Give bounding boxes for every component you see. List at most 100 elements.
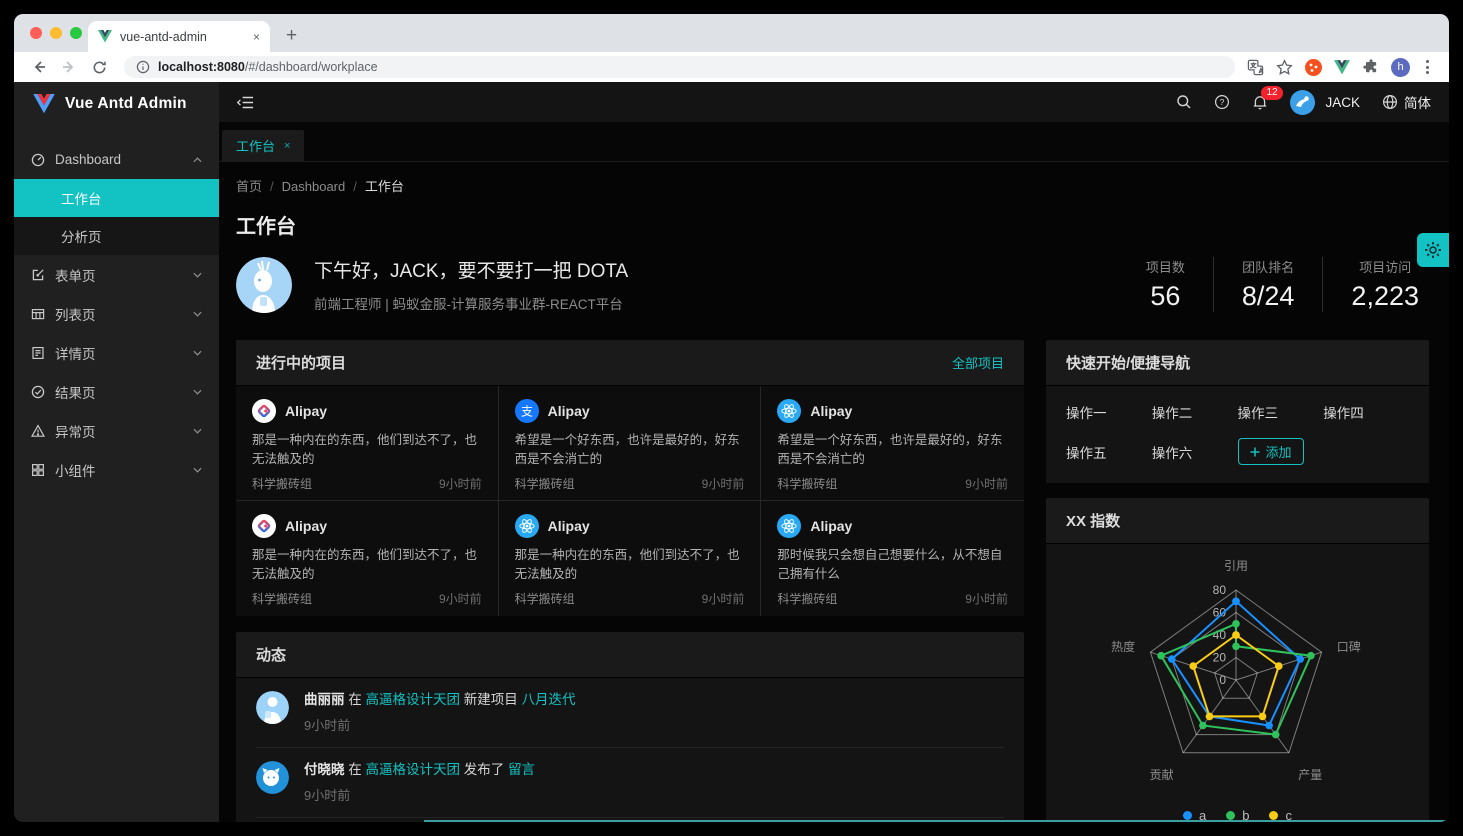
svg-text:口碑: 口碑 — [1337, 639, 1361, 654]
project-name[interactable]: Alipay — [810, 403, 852, 419]
stat-team-rank: 团队排名 8/24 — [1213, 257, 1323, 312]
add-operation-button[interactable]: 添加 — [1238, 438, 1304, 465]
project-name[interactable]: Alipay — [810, 518, 852, 534]
page-title: 工作台 — [236, 210, 1429, 239]
quicknav-link[interactable]: 操作一 — [1066, 402, 1152, 422]
radar-card-title: XX 指数 — [1066, 510, 1120, 531]
quicknav-link[interactable]: 操作四 — [1323, 402, 1409, 422]
activity-target-link[interactable]: 留言 — [508, 762, 535, 777]
page-tab-close-icon[interactable]: × — [284, 140, 290, 152]
quicknav-link[interactable]: 操作五 — [1066, 442, 1152, 462]
back-icon[interactable] — [26, 56, 52, 78]
svg-text:贡献: 贡献 — [1150, 767, 1174, 782]
reload-icon[interactable] — [86, 56, 112, 78]
project-name[interactable]: Alipay — [285, 403, 327, 419]
extension-orange-icon[interactable] — [1305, 59, 1322, 76]
notification-bell[interactable]: 12 — [1252, 94, 1268, 111]
breadcrumb-home[interactable]: 首页 — [236, 179, 262, 194]
all-projects-link[interactable]: 全部项目 — [952, 353, 1004, 372]
extensions-puzzle-icon[interactable] — [1362, 59, 1379, 76]
page-tab-workplace[interactable]: 工作台 × — [222, 130, 304, 161]
svg-text:0: 0 — [1219, 673, 1226, 687]
browser-profile-avatar[interactable]: h — [1391, 58, 1410, 77]
sidebar-item-label: Dashboard — [55, 152, 121, 167]
project-card[interactable]: 支Alipay希望是一个好东西，也许是最好的，好东西是不会消亡的科学搬砖组9小时… — [499, 386, 762, 501]
react-logo-icon — [777, 514, 801, 538]
index-radar-card: XX 指数 020406080引用口碑产量贡献热度 abc — [1046, 498, 1429, 822]
check-circle-icon — [31, 385, 45, 399]
forward-icon[interactable] — [56, 56, 82, 78]
sidebar-item-dashboard[interactable]: Dashboard — [14, 140, 219, 179]
activity-group-link[interactable]: 高逼格设计天团 — [366, 692, 461, 707]
project-time: 9小时前 — [702, 590, 745, 607]
user-avatar[interactable] — [1290, 90, 1315, 115]
maximize-window-button[interactable] — [70, 27, 82, 39]
translate-icon[interactable] — [1247, 59, 1264, 76]
sidebar-item-detail[interactable]: 详情页 — [14, 333, 219, 372]
notification-badge: 12 — [1261, 86, 1282, 100]
settings-drawer-button[interactable] — [1417, 233, 1449, 267]
activity-group-link[interactable]: 高逼格设计天团 — [366, 762, 461, 777]
chevron-down-icon — [193, 311, 202, 317]
quicknav-link[interactable]: 操作二 — [1152, 402, 1238, 422]
quicknav-link[interactable]: 操作三 — [1238, 402, 1324, 422]
sidebar-item-list[interactable]: 列表页 — [14, 294, 219, 333]
gear-icon — [1424, 241, 1442, 259]
vue-favicon-icon — [98, 30, 112, 43]
greeting-avatar — [236, 257, 292, 313]
breadcrumb-dashboard[interactable]: Dashboard — [282, 179, 346, 194]
quicknav-link[interactable]: 操作六 — [1152, 442, 1238, 462]
sidebar-item-form[interactable]: 表单页 — [14, 255, 219, 294]
app-title: Vue Antd Admin — [65, 95, 187, 113]
project-card[interactable]: Alipay那是一种内在的东西，他们到达不了，也无法触及的科学搬砖组9小时前 — [499, 501, 762, 616]
project-card[interactable]: Alipay那时候我只会想自己想要什么，从不想自己拥有什么科学搬砖组9小时前 — [761, 501, 1024, 616]
project-name[interactable]: Alipay — [285, 518, 327, 534]
sidebar-item-exception[interactable]: 异常页 — [14, 411, 219, 450]
project-name[interactable]: Alipay — [548, 518, 590, 534]
svg-text:引用: 引用 — [1224, 559, 1248, 573]
minimize-window-button[interactable] — [50, 27, 62, 39]
browser-menu-icon[interactable] — [1422, 60, 1433, 74]
project-group[interactable]: 科学搬砖组 — [252, 475, 312, 492]
app-logo[interactable]: Vue Antd Admin — [14, 82, 219, 126]
project-group[interactable]: 科学搬砖组 — [515, 475, 575, 492]
project-card[interactable]: Alipay那是一种内在的东西，他们到达不了，也无法触及的科学搬砖组9小时前 — [236, 386, 499, 501]
page-content: 首页/Dashboard/工作台 工作台 下午好，JACK，要不要打一把 DOT… — [219, 162, 1449, 822]
quicknav-grid: 操作一 操作二 操作三 操作四 操作五 操作六 添加 — [1046, 386, 1429, 483]
vue-devtools-icon[interactable] — [1334, 60, 1350, 75]
warning-icon — [31, 424, 45, 438]
sidebar-item-result[interactable]: 结果页 — [14, 372, 219, 411]
username-label[interactable]: JACK — [1325, 95, 1360, 110]
sidebar-item-workplace[interactable]: 工作台 — [14, 179, 219, 217]
sidebar: Vue Antd Admin Dashboard 工作台 分析页 — [14, 82, 219, 822]
project-group[interactable]: 科学搬砖组 — [515, 590, 575, 607]
project-name[interactable]: Alipay — [548, 403, 590, 419]
project-card[interactable]: Alipay希望是一个好东西，也许是最好的，好东西是不会消亡的科学搬砖组9小时前 — [761, 386, 1024, 501]
new-tab-button[interactable]: + — [286, 29, 297, 43]
activity-avatar — [256, 761, 289, 794]
project-group[interactable]: 科学搬砖组 — [252, 590, 312, 607]
close-window-button[interactable] — [30, 27, 42, 39]
help-icon[interactable]: ? — [1214, 94, 1230, 110]
svg-text:20: 20 — [1213, 651, 1227, 665]
sidebar-item-label: 小组件 — [55, 460, 96, 480]
activity-target-link[interactable]: 八月迭代 — [522, 692, 576, 707]
dashboard-submenu: 工作台 分析页 — [14, 179, 219, 255]
breadcrumb: 首页/Dashboard/工作台 — [236, 176, 1429, 195]
project-card[interactable]: Alipay那是一种内在的东西，他们到达不了，也无法触及的科学搬砖组9小时前 — [236, 501, 499, 616]
sidebar-item-analysis[interactable]: 分析页 — [14, 217, 219, 255]
language-switcher[interactable]: 简体 — [1382, 92, 1431, 112]
project-group[interactable]: 科学搬砖组 — [777, 475, 837, 492]
site-info-icon[interactable] — [136, 60, 150, 74]
bookmark-star-icon[interactable] — [1276, 59, 1293, 76]
menu-fold-icon[interactable] — [237, 95, 254, 110]
project-group[interactable]: 科学搬砖组 — [777, 590, 837, 607]
browser-tab[interactable]: vue-antd-admin × — [88, 21, 270, 52]
plus-icon — [1250, 447, 1260, 457]
search-icon[interactable] — [1176, 94, 1192, 110]
tab-close-icon[interactable]: × — [253, 30, 260, 44]
sidebar-item-widgets[interactable]: 小组件 — [14, 450, 219, 489]
browser-window: vue-antd-admin × + localhost:8080/#/dash… — [14, 14, 1449, 822]
svg-text:产量: 产量 — [1298, 768, 1322, 782]
address-bar[interactable]: localhost:8080/#/dashboard/workplace — [124, 56, 1235, 78]
